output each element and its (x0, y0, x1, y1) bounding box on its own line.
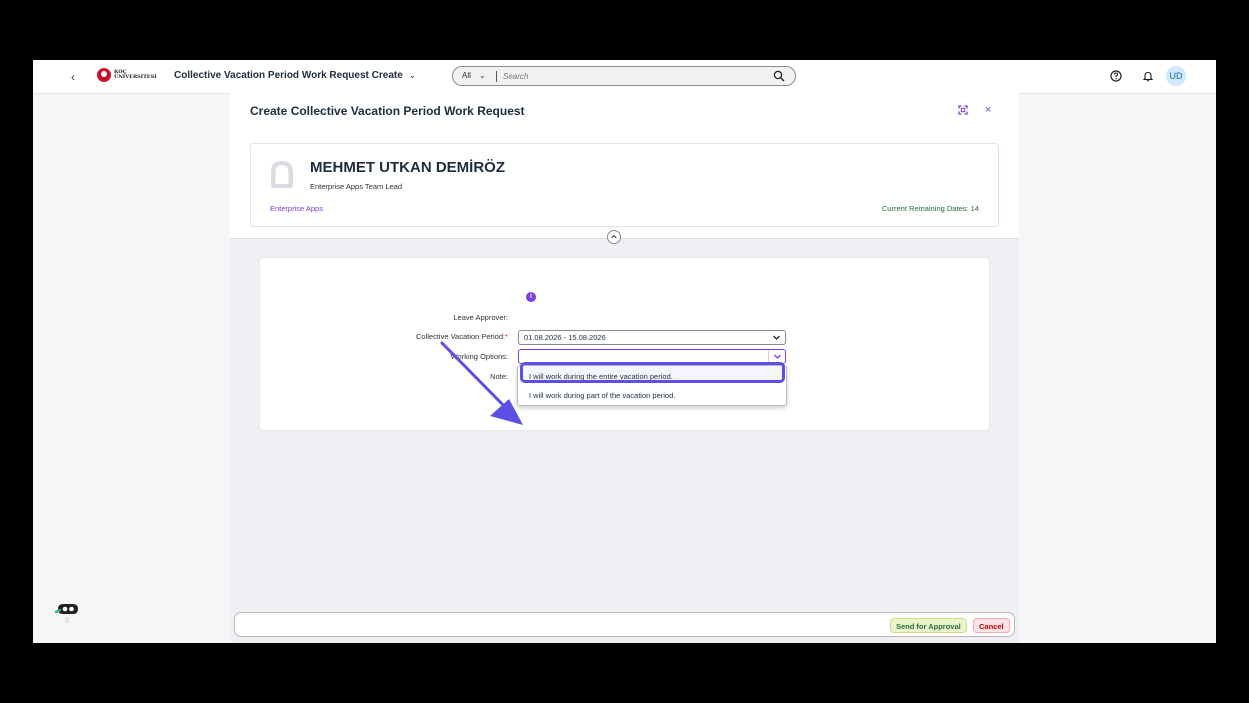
employee-department-link[interactable]: Enterprise Apps (270, 204, 323, 213)
chevron-up-icon (611, 235, 617, 239)
employee-role: Enterprise Apps Team Lead (310, 182, 403, 191)
create-request-panel: Create Collective Vacation Period Work R… (230, 93, 1019, 643)
search-divider (496, 71, 497, 82)
footer-toolbar: Send for Approval Cancel (234, 612, 1015, 637)
help-icon[interactable] (1110, 70, 1122, 82)
remaining-dates: Current Remaining Dates: 14 (881, 204, 979, 213)
page-title: Create Collective Vacation Period Work R… (250, 104, 525, 118)
highlighted-option-outline (520, 362, 785, 383)
collective-period-select[interactable]: 01.08.2026 - 15.08.2026 (518, 330, 786, 345)
back-icon[interactable]: ‹ (71, 70, 75, 84)
chevron-down-icon (774, 354, 781, 359)
close-icon[interactable]: × (985, 104, 991, 116)
working-option-part[interactable]: I will work during part of the vacation … (529, 391, 675, 400)
chevron-down-icon: ⌄ (479, 71, 486, 80)
send-for-approval-button[interactable]: Send for Approval (890, 618, 967, 633)
note-label: Note: (490, 372, 508, 381)
search-input[interactable] (503, 69, 763, 83)
koc-logo-mark (97, 68, 111, 82)
chevron-down-icon (773, 335, 780, 340)
employee-card: MEHMET UTKAN DEMİRÖZ Enterprise Apps Tea… (250, 143, 999, 227)
collective-period-label-wrap: Collective Vacation Period:* (416, 332, 508, 341)
required-marker: * (505, 332, 508, 341)
bell-icon[interactable] (1142, 70, 1154, 82)
request-form: i Leave Approver: Collective Vacation Pe… (260, 258, 989, 430)
search-scope-select[interactable]: All ⌄ (462, 71, 486, 80)
app-title-chevron-icon: ⌄ (408, 70, 417, 80)
assistant-bot-icon[interactable] (55, 599, 81, 625)
logo-line-2: ÜNİVERSİTESİ (114, 74, 157, 80)
employee-placeholder-avatar (271, 161, 293, 188)
collective-period-label: Collective Vacation Period: (416, 332, 506, 341)
koc-logo[interactable]: KOÇ ÜNİVERSİTESİ (97, 68, 157, 82)
search-field: All ⌄ (452, 66, 796, 86)
collapse-header-button[interactable] (607, 230, 621, 244)
search-scope-value: All (462, 71, 471, 80)
collective-period-value: 01.08.2026 - 15.08.2026 (524, 333, 606, 342)
working-options-label: Working Options: (450, 352, 508, 361)
info-icon[interactable]: i (526, 292, 536, 302)
app-title-menu[interactable]: Collective Vacation Period Work Request … (174, 70, 416, 81)
search-icon[interactable] (773, 70, 785, 82)
shell-bar: ‹ KOÇ ÜNİVERSİTESİ Collective Vacation P… (33, 60, 1216, 94)
cancel-button[interactable]: Cancel (973, 618, 1010, 633)
fullscreen-icon[interactable] (958, 105, 968, 115)
app-title: Collective Vacation Period Work Request … (174, 70, 403, 81)
user-avatar[interactable]: UD (1166, 66, 1186, 86)
app-window: ‹ KOÇ ÜNİVERSİTESİ Collective Vacation P… (33, 60, 1216, 643)
panel-header: Create Collective Vacation Period Work R… (230, 93, 1019, 239)
leave-approver-label: Leave Approver: (453, 313, 508, 322)
employee-name: MEHMET UTKAN DEMİRÖZ (310, 159, 505, 176)
koc-logo-text: KOÇ ÜNİVERSİTESİ (114, 70, 157, 80)
